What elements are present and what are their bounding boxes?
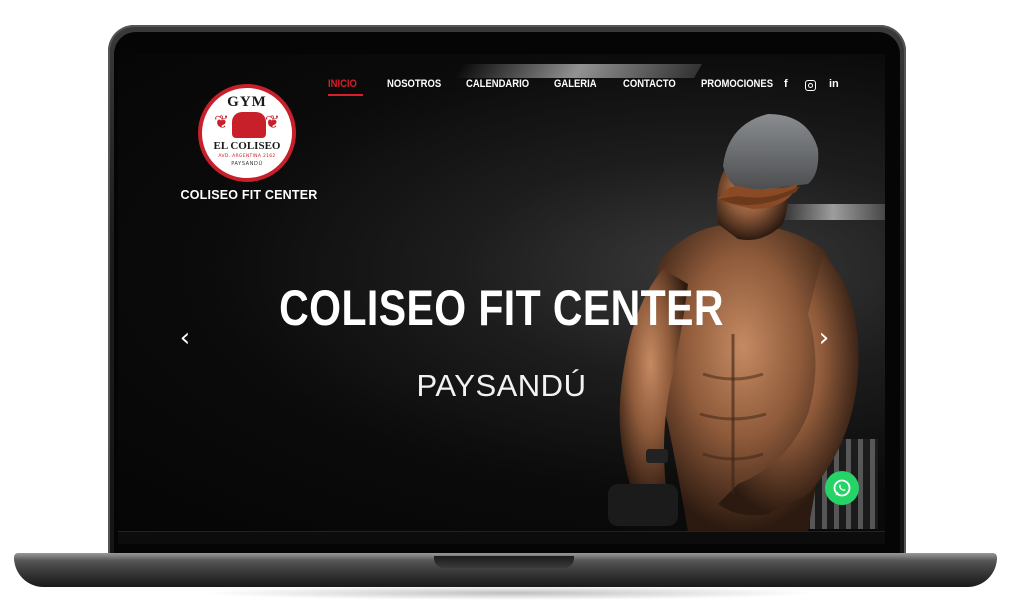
brand-name: COLISEO FIT CENTER <box>180 188 318 202</box>
linkedin-icon[interactable]: in <box>829 78 839 90</box>
nav-item-nosotros[interactable]: NOSOTROS <box>387 78 441 90</box>
nav-item-calendario[interactable]: CALENDARIO <box>466 78 529 90</box>
nav-item-galeria[interactable]: GALERIA <box>554 78 597 90</box>
slider-prev-icon[interactable]: ‹ <box>173 324 197 352</box>
nav-item-inicio[interactable]: INICIO <box>328 78 357 90</box>
nav-item-contacto[interactable]: CONTACTO <box>623 78 676 90</box>
laptop-notch <box>434 556 574 568</box>
laurel-right-icon: ❦ <box>264 112 280 133</box>
whatsapp-icon <box>833 479 851 497</box>
screen-bottom-strip <box>118 531 885 544</box>
website-screen: GYM ❦ ❦ EL COLISEO AVD. ARGENTINA 2162 P… <box>118 54 885 531</box>
laptop-shadow <box>200 586 820 600</box>
slider-next-icon[interactable]: › <box>812 324 836 352</box>
hero-title: COLISEO FIT CENTER <box>279 280 724 336</box>
logo-gladiator-icon <box>232 112 266 138</box>
laurel-left-icon: ❦ <box>214 112 230 133</box>
hero-subtitle: PAYSANDÚ <box>416 368 587 403</box>
facebook-icon[interactable]: f <box>784 78 788 90</box>
logo-city-text: PAYSANDÚ <box>231 161 263 167</box>
logo-name-text: EL COLISEO <box>213 140 281 152</box>
logo-gym-text: GYM <box>227 94 267 110</box>
nav-active-underline <box>328 94 363 96</box>
nav-item-promociones[interactable]: PROMOCIONES <box>701 78 773 90</box>
whatsapp-button[interactable] <box>825 471 859 505</box>
gym-logo[interactable]: GYM ❦ ❦ EL COLISEO AVD. ARGENTINA 2162 P… <box>198 84 296 182</box>
instagram-icon[interactable] <box>805 80 816 91</box>
logo-address-text: AVD. ARGENTINA 2162 <box>218 154 276 159</box>
